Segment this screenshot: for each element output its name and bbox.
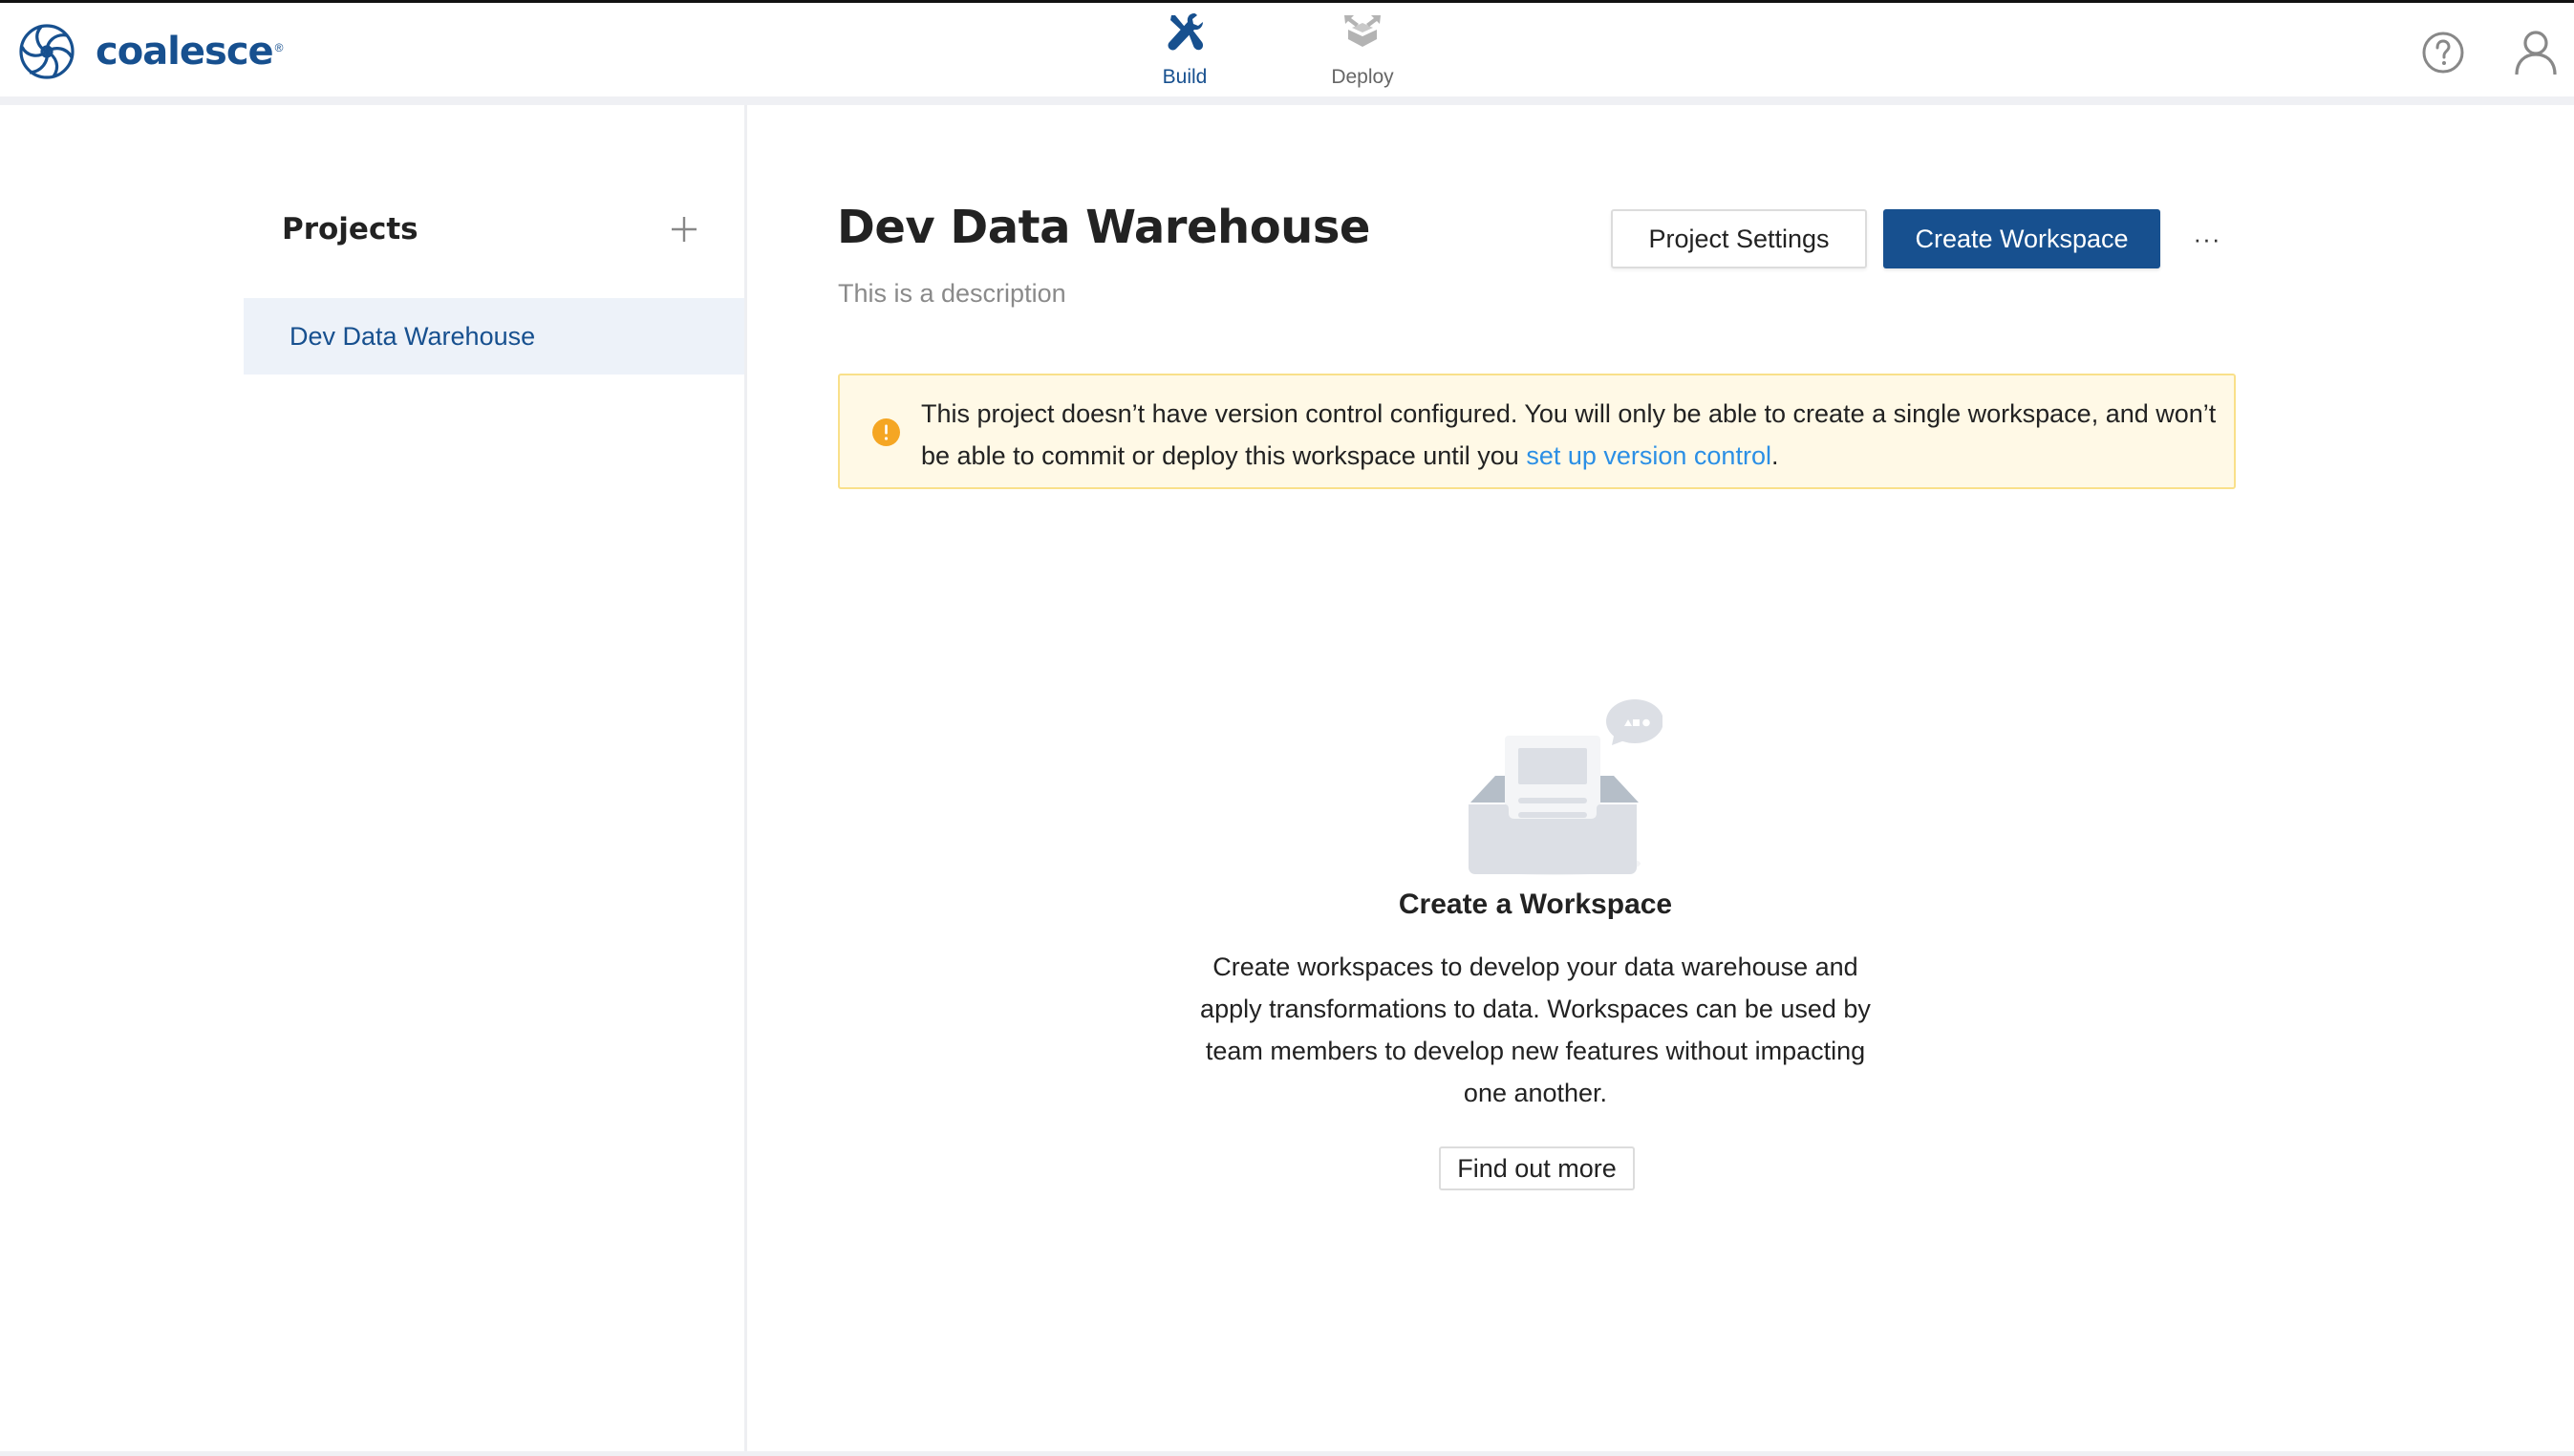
empty-state-title: Create a Workspace [1398, 889, 1673, 920]
banner-suffix: . [1770, 441, 1779, 470]
brand-name: coalesce [96, 30, 274, 74]
nav-deploy-label: Deploy [1331, 66, 1394, 88]
empty-state-description: Create workspaces to develop your data w… [1200, 953, 1871, 1107]
create-workspace-button[interactable]: Create Workspace [1883, 209, 2160, 268]
sidebar-item-label: Dev Data Warehouse [290, 321, 536, 351]
top-navigation-bar: coalesce ® Build Deploy [0, 3, 2574, 96]
inbox-document-icon [1469, 699, 1662, 875]
nav-build-label: Build [1162, 66, 1208, 88]
warning-icon [872, 418, 900, 446]
nav-deploy[interactable]: Deploy [1305, 11, 1420, 89]
find-out-more-button[interactable]: Find out more [1439, 1146, 1635, 1190]
page-description: This is a description [838, 279, 1066, 308]
deploy-box-icon [1344, 15, 1381, 47]
sidebar-title: Projects [282, 212, 418, 246]
sidebar-header: Projects [282, 212, 702, 246]
plus-icon[interactable] [670, 215, 698, 244]
header-separator [0, 96, 2574, 105]
project-settings-button[interactable]: Project Settings [1611, 209, 1867, 268]
main-nav: Build Deploy [1127, 11, 1420, 89]
coalesce-logo-icon [19, 24, 75, 79]
nav-build[interactable]: Build [1127, 11, 1242, 89]
registered-mark: ® [274, 41, 284, 54]
bottom-edge [0, 1451, 2574, 1456]
user-icon[interactable] [2513, 29, 2559, 76]
help-circle-icon[interactable] [2421, 31, 2465, 75]
setup-version-control-link[interactable]: set up version control [1526, 441, 1771, 470]
banner-message: This project doesn’t have version contro… [921, 393, 2220, 477]
wrench-screwdriver-icon [1168, 13, 1204, 51]
version-control-warning-banner: This project doesn’t have version contro… [838, 374, 2236, 489]
page-title: Dev Data Warehouse [837, 201, 1370, 254]
sidebar-divider [744, 105, 747, 1451]
sidebar-item-dev-data-warehouse[interactable]: Dev Data Warehouse [244, 298, 744, 375]
brand-logo[interactable]: coalesce ® [17, 20, 284, 83]
more-options-button[interactable]: ··· [2188, 220, 2226, 258]
